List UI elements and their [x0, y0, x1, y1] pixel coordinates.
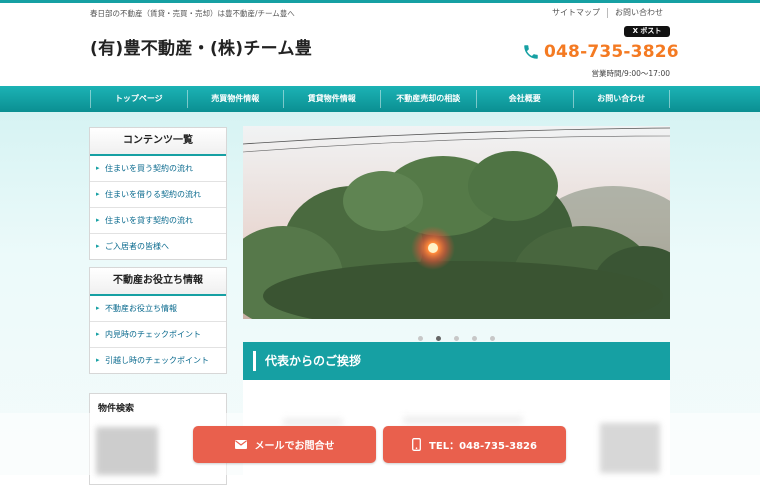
sidebar-item-lease-flow[interactable]: 住まいを貸す契約の流れ [90, 208, 226, 234]
sidebar-item-buy-flow[interactable]: 住まいを買う契約の流れ [90, 156, 226, 182]
mail-contact-button[interactable]: メールでお問合せ [193, 426, 376, 463]
nav-sell-consult[interactable]: 不動産売却の相談 [379, 90, 477, 108]
mail-icon [234, 440, 247, 449]
smartphone-icon [412, 438, 421, 451]
nav-company[interactable]: 会社概要 [476, 90, 573, 108]
sidebar-item-viewing-checkpoints[interactable]: 内見時のチェックポイント [90, 322, 226, 348]
business-hours: 営業時間/9:00～17:00 [591, 69, 670, 78]
mail-contact-label: メールでお問合せ [254, 441, 335, 452]
slider-dot-4[interactable] [472, 336, 478, 341]
sidebar-item-residents[interactable]: ご入居者の皆様へ [90, 234, 226, 259]
footer-cta-overlay [0, 413, 760, 475]
greeting-heading-bar: 代表からのご挨拶 [243, 342, 670, 380]
phone-number: 048-735-3826 [544, 42, 679, 62]
greeting-heading-accent [253, 351, 256, 371]
phone-icon [524, 45, 538, 59]
greeting-heading: 代表からのご挨拶 [265, 354, 362, 368]
blurred-thumbnail [96, 427, 158, 475]
sidebar-item-moving-checkpoints[interactable]: 引越し時のチェックポイント [90, 348, 226, 373]
slider-dot-3[interactable] [454, 336, 459, 341]
hero-image-sunset-trees [243, 126, 670, 319]
sidebar-tips-title: 不動産お役立ち情報 [90, 268, 226, 296]
tel-contact-label: TEL：048-735-3826 [429, 441, 537, 452]
header-utility-links: サイトマップ お問い合わせ [545, 8, 670, 18]
sidebar-tips-box: 不動産お役立ち情報 不動産お役立ち情報 内見時のチェックポイント 引越し時のチェ… [89, 267, 227, 374]
sidebar-item-rent-flow[interactable]: 住まいを借りる契約の流れ [90, 182, 226, 208]
nav-contact[interactable]: お問い合わせ [572, 90, 670, 108]
global-nav: トップページ 売買物件情報 賃貸物件情報 不動産売却の相談 会社概要 お問い合わ… [0, 86, 760, 112]
slider-dot-1[interactable] [417, 336, 423, 341]
top-accent-line-overlay [0, 0, 760, 3]
blurred-thumbnail [600, 423, 660, 473]
sitemap-link[interactable]: サイトマップ [545, 8, 607, 18]
x-post-button[interactable]: X ポスト [624, 26, 670, 37]
contact-link[interactable]: お問い合わせ [607, 8, 670, 18]
nav-rental-properties[interactable]: 賃貸物件情報 [283, 90, 380, 108]
sidebar-contents-title: コンテンツ一覧 [90, 128, 226, 156]
sidebar-contents-box: コンテンツ一覧 住まいを買う契約の流れ 住まいを借りる契約の流れ 住まいを貸す契… [89, 127, 227, 260]
site-title[interactable]: (有)豊不動産・(株)チーム豊 [90, 34, 312, 59]
nav-sale-properties[interactable]: 売買物件情報 [186, 90, 284, 108]
header-phone[interactable]: 048-735-3826 [522, 42, 679, 62]
hero-slider[interactable] [243, 126, 670, 319]
site-tagline: 春日部の不動産（賃貸・売買・売却）は豊不動産/チーム豊へ [90, 9, 295, 18]
slider-dot-5[interactable] [490, 336, 496, 341]
sidebar-item-tips[interactable]: 不動産お役立ち情報 [90, 296, 226, 322]
nav-top-page[interactable]: トップページ [90, 90, 187, 108]
tel-contact-button[interactable]: TEL：048-735-3826 [383, 426, 566, 463]
slider-dot-2[interactable] [435, 336, 441, 341]
